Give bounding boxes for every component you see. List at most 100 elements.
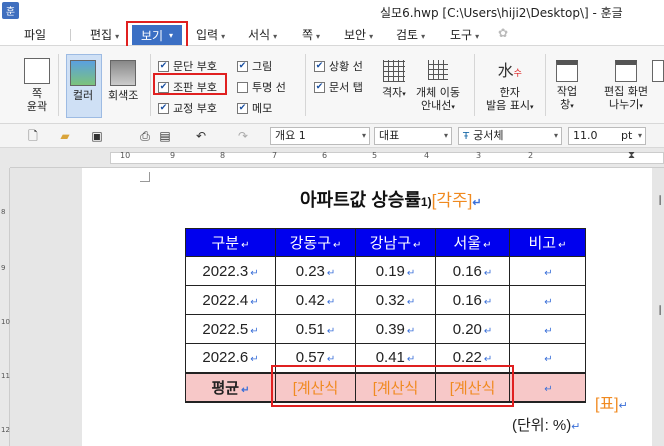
hangul-app-icon[interactable]: 훈: [2, 2, 19, 19]
checkbox-paragraph-mark[interactable]: ✔ 문단 부호: [158, 58, 217, 74]
table-row: 2022.4 ↵ 0.42 ↵ 0.32 ↵ 0.16 ↵ ↵: [185, 285, 586, 315]
truetype-icon: Ŧ: [463, 131, 470, 142]
checkmark-icon: ✔: [158, 60, 169, 72]
table-header-cell[interactable]: 비고 ↵: [509, 228, 586, 257]
language-select[interactable]: 대표 ▾: [374, 127, 452, 145]
table-cell[interactable]: 2022.4 ↵: [185, 285, 276, 315]
checkbox-proofread-mark[interactable]: ✔ 교정 부호: [158, 100, 217, 116]
table-cell[interactable]: 0.39 ↵: [355, 314, 436, 344]
window-title: 실모6.hwp [C:\Users\hiji2\Desktop\] - 훈글: [380, 6, 623, 20]
table-cell[interactable]: ↵: [509, 314, 586, 344]
open-folder-icon[interactable]: ▰: [58, 129, 72, 143]
window-icon: [556, 60, 578, 82]
table-cell[interactable]: ↵: [509, 285, 586, 315]
empty-checkbox-icon: [237, 81, 248, 93]
ribbon-separator: [305, 54, 306, 116]
table-header-cell[interactable]: 서울 ↵: [435, 228, 510, 257]
table-header-cell[interactable]: 구분 ↵: [185, 228, 276, 257]
more-ribbon-icon[interactable]: [652, 60, 664, 85]
guide-line-icon: [427, 60, 448, 80]
menu-page[interactable]: 쪽 ▾: [302, 26, 320, 43]
color-view-button[interactable]: 컬러: [70, 60, 96, 102]
table-cell[interactable]: 2022.3 ↵: [185, 256, 276, 286]
paragraph-mark: ↵: [472, 197, 482, 209]
table-cell[interactable]: 0.16 ↵: [435, 256, 510, 286]
grid-icon: [382, 60, 405, 82]
menu-separator: [70, 29, 71, 41]
menu-edit[interactable]: 편집 ▾: [90, 26, 119, 43]
undo-icon[interactable]: ↶: [194, 129, 208, 143]
highlight-box-format-mark: [153, 73, 227, 95]
color-icon: [70, 60, 96, 86]
table-cell[interactable]: 0.20 ↵: [435, 314, 510, 344]
table-header-cell[interactable]: 강남구 ↵: [355, 228, 436, 257]
page-outline-button[interactable]: 쪽 윤곽: [24, 58, 50, 113]
footnote-tag: [각주]: [431, 191, 473, 210]
highlight-box-formulas: [271, 365, 514, 407]
table-header-row: 구분 ↵ 강동구 ↵ 강남구 ↵ 서울 ↵ 비고 ↵: [185, 228, 586, 257]
document-title[interactable]: 아파트값 상승률1)[각주]↵: [300, 186, 482, 212]
checkmark-icon: ✔: [314, 60, 325, 72]
table-cell[interactable]: 0.42 ↵: [275, 285, 356, 315]
table-cell[interactable]: ↵: [509, 371, 586, 403]
ribbon-separator: [474, 54, 475, 116]
font-size-input[interactable]: 11.0 pt ▾: [568, 127, 646, 145]
menu-file[interactable]: 파일: [24, 26, 46, 43]
checkbox-picture[interactable]: ✔ 그림: [237, 58, 272, 74]
table-cell[interactable]: 0.51 ↵: [275, 314, 356, 344]
new-doc-icon[interactable]: 🗋: [26, 129, 40, 143]
checkbox-memo[interactable]: ✔ 메모: [237, 100, 272, 116]
menu-format[interactable]: 서식 ▾: [248, 26, 277, 43]
chevron-down-icon: ▾: [553, 131, 558, 140]
checkmark-icon: ✔: [237, 60, 248, 72]
menu-review[interactable]: 검토 ▾: [396, 26, 425, 43]
table-caption-tag[interactable]: [표]↵: [595, 390, 628, 414]
ruler-corner: [0, 148, 10, 168]
grayscale-view-button[interactable]: 회색조: [108, 60, 138, 102]
redo-icon[interactable]: ↷: [236, 129, 250, 143]
print-icon[interactable]: ⎙: [138, 129, 152, 143]
table-cell[interactable]: 2022.6 ↵: [185, 343, 276, 373]
table-cell[interactable]: 0.32 ↵: [355, 285, 436, 315]
split-screen-button[interactable]: 편집 화면 나누기▾: [604, 60, 648, 113]
preview-icon[interactable]: ▤: [158, 129, 172, 143]
object-move-guide-button[interactable]: 개체 이동 안내선▾: [416, 60, 460, 114]
menu-insert[interactable]: 입력 ▾: [196, 26, 225, 43]
footnote-number: 1): [420, 195, 432, 209]
hanja-pronunciation-button[interactable]: 水수 한자 발음 표시▾: [486, 58, 534, 114]
indent-marker-icon[interactable]: ⧗: [628, 150, 635, 161]
title-bar: 훈 실모6.hwp [C:\Users\hiji2\Desktop\] - 훈글: [0, 0, 664, 22]
chevron-down-icon: ▾: [637, 131, 642, 140]
table-header-cell[interactable]: 강동구 ↵: [275, 228, 356, 257]
vertical-ruler[interactable]: 8 9 10 11 12: [0, 168, 10, 446]
table-cell[interactable]: 평균 ↵: [185, 371, 276, 403]
table-cell[interactable]: ↵: [509, 256, 586, 286]
checkbox-doc-tab[interactable]: ✔ 문서 탭: [314, 79, 363, 95]
ribbon: 쪽 윤곽 컬러 회색조 ✔ 문단 부호 ✔ 조판 부호 ✔ 교정 부호 ✔ 그림 투명 …: [0, 46, 664, 124]
table-cell[interactable]: 0.16 ↵: [435, 285, 510, 315]
font-select[interactable]: Ŧ 궁서체 ▾: [458, 127, 562, 145]
menu-bar: 파일 편집 ▾ 입력 ▾ 서식 ▾ 쪽 ▾ 보안 ▾ 검토 ▾ 도구 ▾ ✿: [0, 22, 664, 46]
checkbox-status-line[interactable]: ✔ 상황 선: [314, 58, 363, 74]
side-mark: ㅣ: [655, 194, 664, 207]
grid-button[interactable]: 격자▾: [382, 60, 406, 101]
save-icon[interactable]: ▣: [90, 129, 104, 143]
table-cell[interactable]: 2022.5 ↵: [185, 314, 276, 344]
checkbox-transparent-line[interactable]: 투명 선: [237, 79, 286, 95]
table-cell[interactable]: 0.23 ↵: [275, 256, 356, 286]
horizontal-ruler[interactable]: 10 9 8 7 6 5 4 3 2 ⧗: [10, 148, 664, 168]
unit-note[interactable]: (단위: %)↵: [512, 414, 580, 435]
chevron-down-icon: ▾: [361, 131, 366, 140]
work-window-button[interactable]: 작업 창▾: [556, 60, 578, 113]
split-icon: [614, 60, 637, 82]
table-row: 2022.5 ↵ 0.51 ↵ 0.39 ↵ 0.20 ↵ ↵: [185, 314, 586, 344]
table-cell[interactable]: ↵: [509, 343, 586, 373]
format-toolbar: 🗋 ▰ ▣ ⎙ ▤ ↶ ↷ 개요 1 ▾ 대표 ▾ Ŧ 궁서체 ▾ 11.0 pt ▾: [0, 124, 664, 148]
menu-extra-icon[interactable]: ✿: [498, 26, 508, 40]
chevron-down-icon: ▾: [443, 131, 448, 140]
style-select[interactable]: 개요 1 ▾: [270, 127, 370, 145]
table-cell[interactable]: 0.19 ↵: [355, 256, 436, 286]
table-row: 2022.3 ↵ 0.23 ↵ 0.19 ↵ 0.16 ↵ ↵: [185, 256, 586, 286]
menu-tools[interactable]: 도구 ▾: [450, 26, 479, 43]
menu-security[interactable]: 보안 ▾: [344, 26, 373, 43]
